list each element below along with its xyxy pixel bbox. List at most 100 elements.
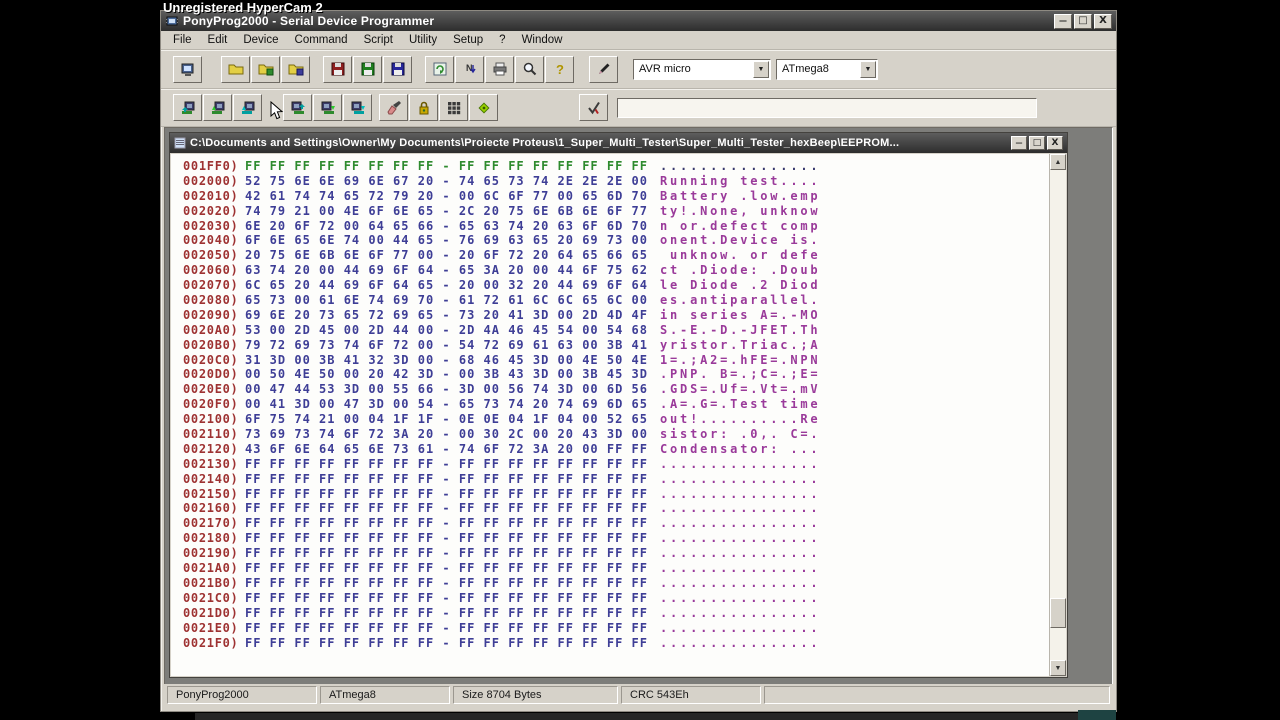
minimize-button[interactable]: — xyxy=(1054,13,1072,29)
hex-bytes: FF FF FF FF FF FF FF FF - FF FF FF FF FF… xyxy=(245,575,649,590)
hex-row: 0021D0) FF FF FF FF FF FF FF FF - FF FF F… xyxy=(183,606,1049,621)
device-family-select[interactable]: AVR micro ▼ xyxy=(633,58,771,80)
hex-ascii: Running test.... xyxy=(660,173,821,188)
menu-item-command[interactable]: Command xyxy=(287,32,356,48)
hex-address: 002160) xyxy=(183,501,239,516)
erase-device-button[interactable] xyxy=(379,94,408,121)
maximize-button[interactable]: □ xyxy=(1074,13,1092,29)
hex-ascii: le Diode .2 Diod xyxy=(660,278,821,293)
hex-address: 002070) xyxy=(183,278,239,293)
open-data-file-button[interactable] xyxy=(281,55,310,83)
hex-address: 0020D0) xyxy=(183,367,239,382)
oscillator-button[interactable] xyxy=(469,94,498,121)
menu-item-file[interactable]: File xyxy=(165,32,200,48)
hex-row: 002050) 20 75 6E 6B 6E 6F 77 00 - 20 6F 7… xyxy=(183,248,1049,263)
save-device-file-button[interactable] xyxy=(323,55,352,83)
write-device-button[interactable] xyxy=(283,94,312,121)
hex-row: 002170) FF FF FF FF FF FF FF FF - FF FF F… xyxy=(183,516,1049,531)
serial-number-button[interactable]: N xyxy=(455,55,484,83)
save-program-file-button[interactable] xyxy=(353,55,382,83)
hex-address: 002110) xyxy=(183,427,239,442)
hex-address: 002120) xyxy=(183,441,239,456)
toolbar-separator xyxy=(311,69,323,70)
hex-address: 002170) xyxy=(183,516,239,531)
progress-bar xyxy=(617,97,1037,118)
hex-address: 002030) xyxy=(183,218,239,233)
security-bits-button[interactable] xyxy=(409,94,438,121)
child-close-button[interactable]: X xyxy=(1047,136,1063,150)
verify-button[interactable] xyxy=(579,94,608,121)
hex-bytes: FF FF FF FF FF FF FF FF - FF FF FF FF FF… xyxy=(245,501,649,516)
hex-bytes: 00 47 44 53 3D 00 55 66 - 3D 00 56 74 3D… xyxy=(245,382,649,397)
read-program-button[interactable] xyxy=(203,94,232,121)
chevron-down-icon[interactable]: ▼ xyxy=(860,60,876,78)
hex-ascii: ty!.None, unknow xyxy=(660,203,821,218)
read-data-icon xyxy=(240,100,256,116)
scroll-up-icon[interactable]: ▲ xyxy=(1050,154,1066,170)
close-button[interactable]: X xyxy=(1094,13,1112,29)
vertical-scrollbar[interactable]: ▲ ▼ xyxy=(1049,154,1066,676)
read-data-button[interactable] xyxy=(233,94,262,121)
save-data-file-icon xyxy=(390,61,406,77)
save-program-file-icon xyxy=(360,61,376,77)
hex-dump[interactable]: 001FF0) FF FF FF FF FF FF FF FF - FF FF F… xyxy=(171,154,1049,676)
hex-row: 002020) 74 79 21 00 4E 6F 6E 65 - 2C 20 7… xyxy=(183,204,1049,219)
fuse-bits-button[interactable] xyxy=(439,94,468,121)
hex-address: 002050) xyxy=(183,248,239,263)
status-bar: PonyProg2000 ATmega8 Size 8704 Bytes CRC… xyxy=(164,684,1113,706)
save-device-file-icon xyxy=(330,61,346,77)
hex-address: 002060) xyxy=(183,263,239,278)
chevron-down-icon[interactable]: ▼ xyxy=(753,60,769,78)
menu-item-window[interactable]: Window xyxy=(514,32,571,48)
hex-ascii: ................ xyxy=(660,159,821,173)
oscillator-icon xyxy=(476,100,492,116)
scroll-down-icon[interactable]: ▼ xyxy=(1050,660,1066,676)
menu-item-device[interactable]: Device xyxy=(235,32,286,48)
menu-item-help[interactable]: ? xyxy=(491,32,513,48)
read-device-button[interactable] xyxy=(173,94,202,121)
hex-bytes: 00 41 3D 00 47 3D 00 54 - 65 73 74 20 74… xyxy=(245,397,649,412)
exit-button[interactable] xyxy=(173,55,202,83)
child-minimize-button[interactable]: — xyxy=(1011,136,1027,150)
hex-bytes: 74 79 21 00 4E 6F 6E 65 - 2C 20 75 6E 6B… xyxy=(245,203,649,218)
hex-bytes: 42 61 74 74 65 72 79 20 - 00 6C 6F 77 00… xyxy=(245,188,649,203)
hex-row: 002140) FF FF FF FF FF FF FF FF - FF FF F… xyxy=(183,472,1049,487)
hex-editor-content: 001FF0) FF FF FF FF FF FF FF FF - FF FF F… xyxy=(171,154,1066,676)
hex-row: 0021C0) FF FF FF FF FF FF FF FF - FF FF F… xyxy=(183,591,1049,606)
hex-address: 002090) xyxy=(183,307,239,322)
hex-row: 0020C0) 31 3D 00 3B 41 32 3D 00 - 68 46 4… xyxy=(183,353,1049,368)
hex-bytes: 65 73 00 61 6E 74 69 70 - 61 72 61 6C 6C… xyxy=(245,293,649,308)
desktop: Unregistered HyperCam 2 PonyProg2000 - S… xyxy=(0,0,1280,720)
write-program-button[interactable] xyxy=(313,94,342,121)
open-device-file-button[interactable] xyxy=(221,55,250,83)
write-data-button[interactable] xyxy=(343,94,372,121)
edit-buffer-button[interactable] xyxy=(589,55,618,83)
hex-ascii: ct .Diode: .Doub xyxy=(660,263,821,278)
save-data-file-button[interactable] xyxy=(383,55,412,83)
taskbar-fragment xyxy=(1078,710,1116,720)
hex-editor-window: C:\Documents and Settings\Owner\My Docum… xyxy=(169,132,1068,678)
child-maximize-button[interactable]: □ xyxy=(1029,136,1045,150)
hex-ascii: ................ xyxy=(660,456,821,471)
hex-row: 002160) FF FF FF FF FF FF FF FF - FF FF F… xyxy=(183,501,1049,516)
security-bits-icon xyxy=(416,100,432,116)
hex-row: 0020D0) 00 50 4E 50 00 20 42 3D - 00 3B 4… xyxy=(183,367,1049,382)
scrollbar-thumb[interactable] xyxy=(1050,598,1066,628)
help-button[interactable]: ? xyxy=(545,55,574,83)
reload-files-button[interactable] xyxy=(425,55,454,83)
menu-item-utility[interactable]: Utility xyxy=(401,32,445,48)
hex-row: 002090) 69 6E 20 73 65 72 69 65 - 73 20 4… xyxy=(183,308,1049,323)
open-program-file-button[interactable] xyxy=(251,55,280,83)
menu-item-script[interactable]: Script xyxy=(356,32,401,48)
menu-item-setup[interactable]: Setup xyxy=(445,32,491,48)
hex-row: 002010) 42 61 74 74 65 72 79 20 - 00 6C 6… xyxy=(183,189,1049,204)
hex-address: 002010) xyxy=(183,188,239,203)
menu-item-edit[interactable]: Edit xyxy=(200,32,236,48)
hex-ascii: .GDS=.Uf=.Vt=.mV xyxy=(660,382,821,397)
magnify-button[interactable] xyxy=(515,55,544,83)
child-titlebar[interactable]: C:\Documents and Settings\Owner\My Docum… xyxy=(170,133,1067,153)
print-buffer-button[interactable] xyxy=(485,55,514,83)
hex-address: 002000) xyxy=(183,173,239,188)
device-model-select[interactable]: ATmega8 ▼ xyxy=(776,58,878,80)
hex-ascii: onent.Device is. xyxy=(660,233,821,248)
